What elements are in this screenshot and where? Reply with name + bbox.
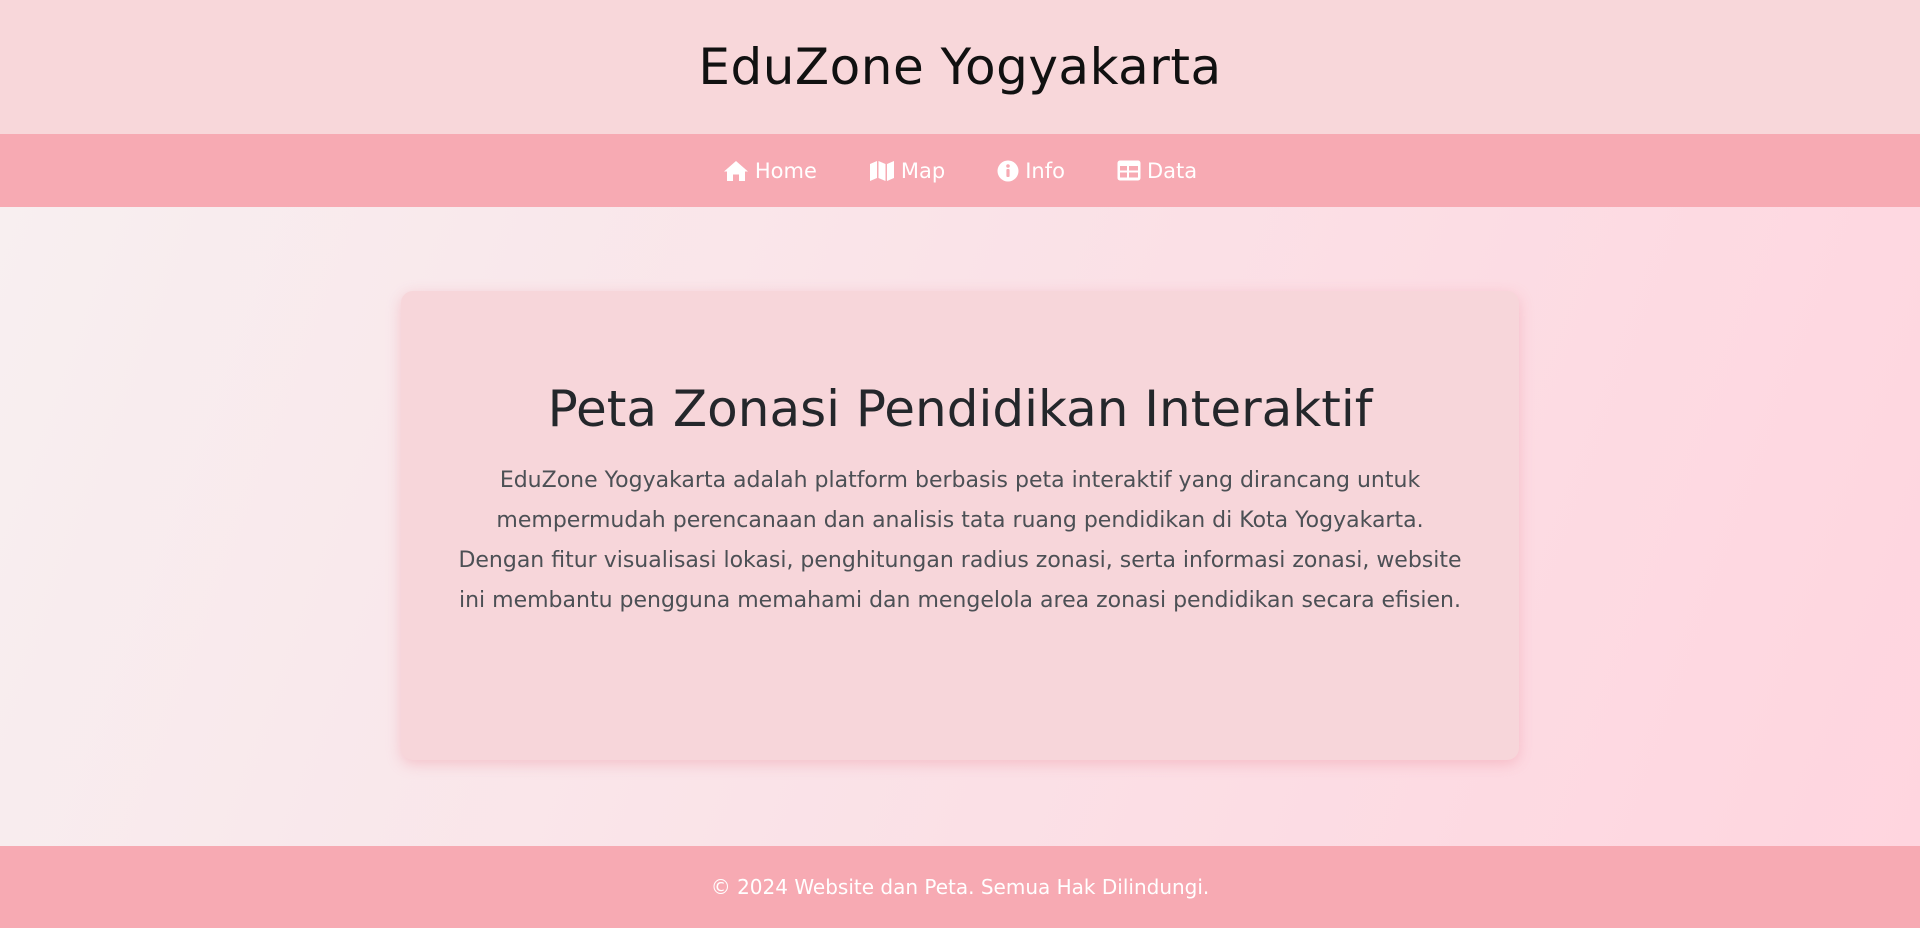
hero-card: Peta Zonasi Pendidikan Interaktif EduZon… xyxy=(401,291,1519,760)
main-content: Peta Zonasi Pendidikan Interaktif EduZon… xyxy=(0,207,1920,846)
nav-map-label: Map xyxy=(900,158,946,183)
table-icon xyxy=(1117,160,1141,181)
nav-home-label: Home xyxy=(754,158,817,183)
main-navbar: Home Map Info Data xyxy=(0,134,1920,207)
hero-title: Peta Zonasi Pendidikan Interaktif xyxy=(547,380,1373,438)
nav-info-link[interactable]: Info xyxy=(997,159,1065,183)
site-footer: © 2024 Website dan Peta. Semua Hak Dilin… xyxy=(0,846,1920,928)
nav-home-link[interactable]: Home xyxy=(723,159,817,183)
nav-data-label: Data xyxy=(1146,158,1198,183)
info-circle-icon xyxy=(997,160,1019,182)
nav-info-label: Info xyxy=(1025,158,1065,183)
map-icon xyxy=(869,160,895,182)
nav-data-link[interactable]: Data xyxy=(1117,159,1197,183)
site-header: EduZone Yogyakarta xyxy=(0,0,1920,134)
home-icon xyxy=(723,160,749,182)
hero-description: EduZone Yogyakarta adalah platform berba… xyxy=(458,468,1462,613)
nav-map-link[interactable]: Map xyxy=(869,159,945,183)
site-title: EduZone Yogyakarta xyxy=(698,38,1222,96)
footer-copyright: © 2024 Website dan Peta. Semua Hak Dilin… xyxy=(710,875,1210,899)
